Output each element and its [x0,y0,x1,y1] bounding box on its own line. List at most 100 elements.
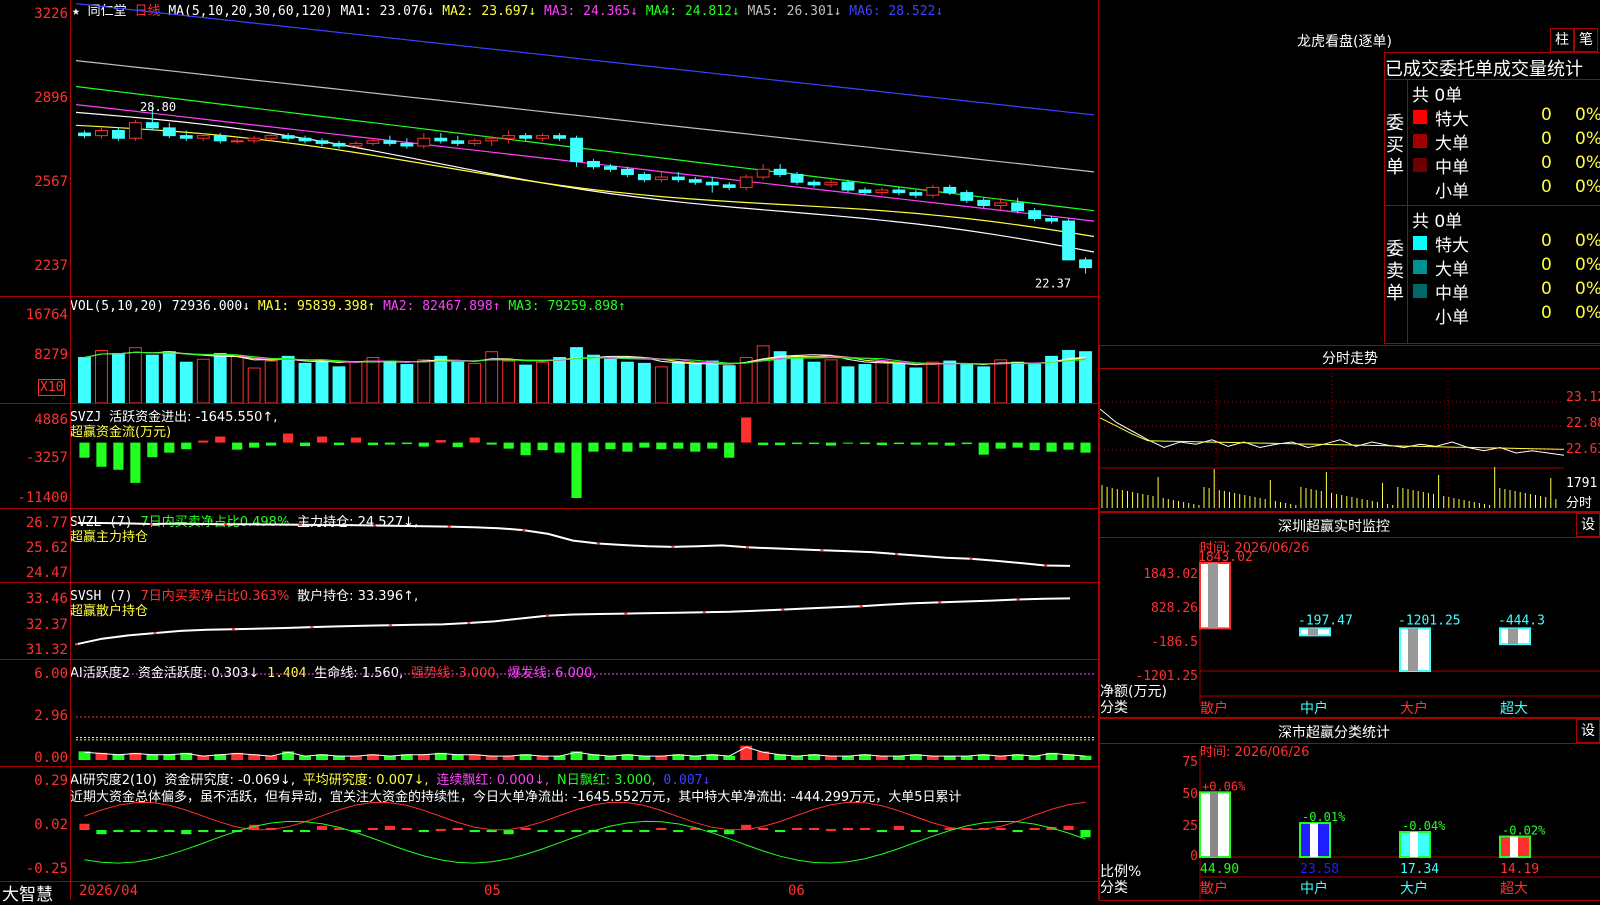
buy-row-pct-2: 0% [1575,153,1600,173]
sz-stats-panel[interactable]: 深市超赢分类统计 设 时间: 2026/06/26 75 50 25 0 比例%… [1099,718,1600,901]
buy-row-name-1: 大单 [1435,134,1469,154]
fund-flow-bar [1012,442,1023,448]
candle-body [926,186,940,196]
retail-holding-line-mark [1016,598,1020,601]
fund-flow-bar [605,442,616,450]
sell-row-pct-1: 0% [1575,255,1600,275]
volume-pane[interactable]: VOL(5,10,20) 72936.000↓ MA1: 95839.398↑ … [0,297,1098,404]
buy-row-pct-3: 0% [1575,177,1600,197]
fund-flow-bar [639,442,650,448]
volume-bar [519,364,533,403]
research-bar [198,830,209,833]
sell-row-pct-3: 0% [1575,303,1600,323]
main-holding-line-mark [149,522,153,525]
fund-flow-bar [622,442,633,452]
candle-body [688,179,702,183]
volume-bar [417,359,431,403]
candle-body [705,181,719,186]
fund-flow-bar [978,442,989,455]
main-chart-pane[interactable]: ★ 同仁堂 日线 MA(5,10,20,30,60,120) MA1: 23.0… [0,0,1098,297]
candle-body [502,135,516,139]
volume-bar [943,360,957,403]
retail-holding-line-mark [231,628,235,631]
ratio-change-label: -0.04% [1402,819,1446,833]
fund-flow-bar [893,442,904,445]
buy-row-name-0: 特大 [1435,110,1469,130]
volume-bar [637,362,651,403]
research-bar [724,830,735,835]
volume-bar [604,358,617,403]
sell-row-name-1: 大单 [1435,260,1469,280]
sz-monitor-panel[interactable]: 深圳超赢实时监控 设 时间: 2026/06/26 1843.02 828.26… [1099,512,1600,718]
ratio-bar-shade [1310,823,1318,857]
volume-bar [128,347,142,403]
research-bar [215,830,226,833]
research-bar [808,827,820,830]
candle-body [722,184,736,188]
bar-mode-button[interactable]: 柱 [1550,28,1574,52]
category-label: 超大 [1500,701,1528,717]
fund-flow-bar [435,440,446,443]
category-label: 中户 [1300,700,1328,717]
main-holding-line-mark [895,552,899,555]
buy-row-pct-0: 0% [1575,105,1600,125]
volume-bar [688,364,702,403]
research-bar [825,828,837,831]
order-stats-table: 已成交委托单成交量统计 委买单 委卖单 共 0单 共 0单 特大 0 0% 大单 0 0%… [1384,52,1600,344]
main-holding-line-mark [671,545,675,548]
svzj-pane[interactable]: SVZJ 活跃资金进出: -1645.550↑, 超赢资金流(万元) 4886 … [0,404,1098,509]
svzl-pane[interactable]: SVZL (7) 7日内买卖净占比0.498% 主力持仓: 24.527↓, 超… [0,509,1098,583]
research-bar [435,828,446,831]
candlestick-chart[interactable]: 28.80 22.37 [0,0,1098,296]
ma-line-ma1 [75,111,1095,253]
ai-research-pane[interactable]: AI研究度2(10) 资金研究度: -0.069↓, 平均研究度: 0.007↓… [0,767,1098,882]
research-bar [316,825,328,830]
fund-flow-bar [1063,442,1074,450]
fund-flow-bar [1029,442,1040,451]
category-label: 超大 [1500,881,1528,897]
fund-flow-bar [724,442,735,458]
research-red-line [84,801,1086,831]
volume-bar [875,360,889,403]
candle-body [790,173,804,183]
buy-row-count-1: 0 [1541,129,1552,149]
volume-bar [145,354,159,403]
candle-body [247,137,261,142]
fund-flow-bar [775,442,786,446]
candle-body [909,192,923,196]
svsh-pane[interactable]: SVSH (7) 7日内买卖净占比0.363% 散户持仓: 33.396↑, 超… [0,583,1098,660]
volume-bar [536,361,550,403]
research-bar [1012,830,1023,833]
ratio-value-label: 14.19 [1500,862,1539,877]
tick-mode-button[interactable]: 笔 [1574,28,1598,52]
fund-flow-bar [656,442,667,450]
candle-body [400,142,414,147]
ma-line-ma4 [75,85,1095,212]
volume-bar [553,357,566,403]
candle-body [281,135,295,139]
retail-holding-line-mark [388,624,392,627]
volume-bar [671,361,685,403]
intraday-panel[interactable]: 分时走势 23.12 22.88 22.63 1791 分时 [1099,345,1600,512]
sell-row-count-2: 0 [1541,279,1552,299]
research-bar [452,827,463,830]
candle-body [739,176,753,188]
category-label: 散户 [1200,700,1228,717]
sell-row-swatch-0 [1413,236,1427,250]
main-holding-line-mark [298,523,302,526]
research-bar [791,827,803,830]
fund-flow-bar [299,442,311,447]
fund-flow-bar [1046,442,1057,452]
candle-body [841,181,855,191]
research-bar [910,830,921,833]
volume-bar [722,365,736,403]
research-bar [995,827,1006,830]
buy-row-name-2: 中单 [1435,158,1469,178]
category-label: 中户 [1300,880,1328,897]
candle-body [756,168,770,178]
ai-active-pane[interactable]: AI活跃度2 资金活跃度: 0.303↓ 1.404 生命线: 1.560, 强… [0,660,1098,767]
volume-bar [892,362,906,403]
research-bar [758,827,769,830]
main-holding-line-mark [1044,564,1048,567]
research-bar [367,827,379,830]
